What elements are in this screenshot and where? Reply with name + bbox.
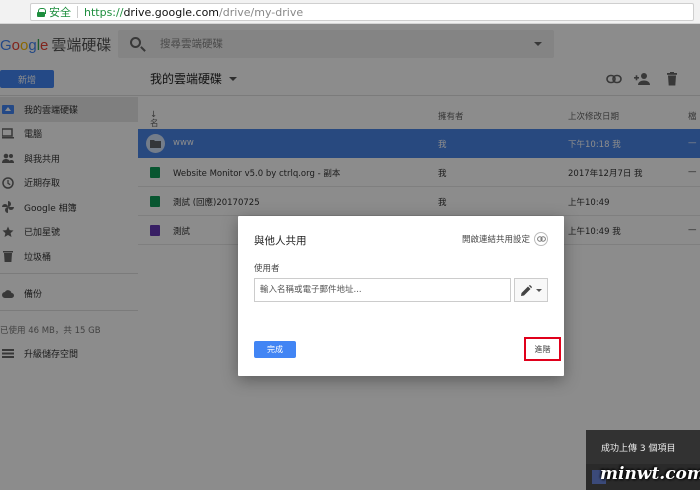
browser-address-bar: 安全 https://drive.google.com/drive/my-dri… — [0, 0, 700, 24]
pencil-icon — [520, 281, 532, 300]
upload-status-text: 成功上傳 3 個項目 — [601, 444, 676, 454]
people-label: 使用者 — [254, 264, 280, 274]
permission-dropdown[interactable] — [514, 278, 548, 302]
share-dialog: 與他人共用 開啟連結共用設定 使用者 完成 進階 — [238, 216, 564, 376]
dialog-title: 與他人共用 — [254, 235, 307, 247]
url-host: drive.google.com — [123, 5, 220, 19]
url-field[interactable]: 安全 https://drive.google.com/drive/my-dri… — [30, 3, 694, 21]
url-path: /drive/my-drive — [219, 5, 304, 19]
watermark-logo: minwt.com — [600, 464, 700, 484]
link-sharing-label: 開啟連結共用設定 — [461, 235, 530, 245]
secure-label: 安全 — [49, 6, 71, 19]
advanced-button[interactable]: 進階 — [524, 337, 561, 361]
people-input[interactable] — [254, 278, 511, 302]
link-sharing-toggle[interactable]: 開啟連結共用設定 — [462, 232, 548, 246]
url-separator — [77, 6, 78, 18]
lock-icon — [37, 7, 46, 17]
chevron-down-icon — [535, 288, 542, 292]
url-scheme: https:// — [84, 5, 124, 19]
done-button[interactable]: 完成 — [254, 341, 296, 358]
link-icon — [534, 232, 548, 246]
